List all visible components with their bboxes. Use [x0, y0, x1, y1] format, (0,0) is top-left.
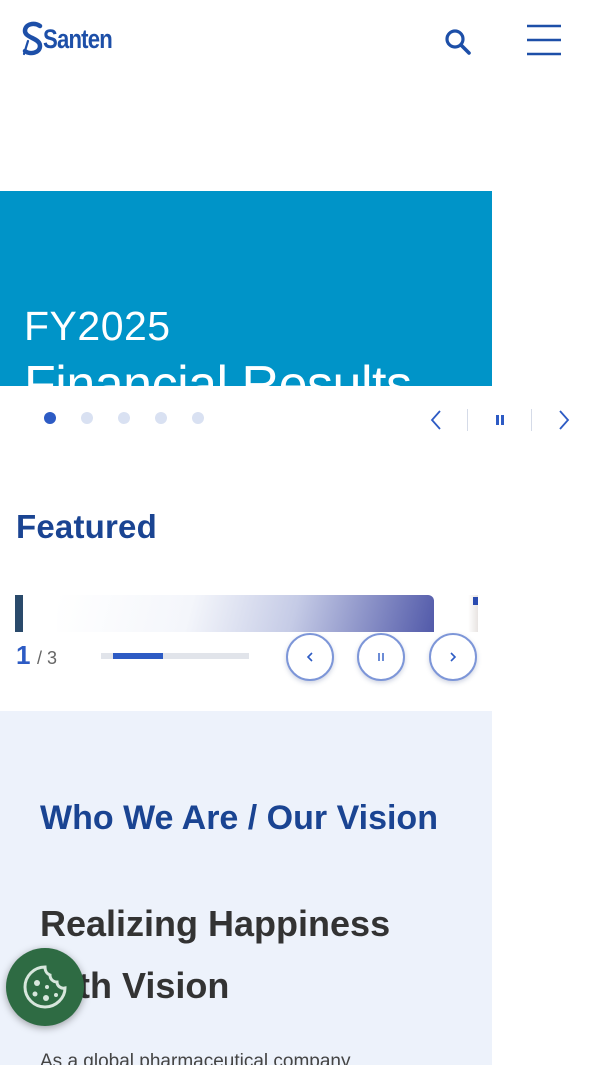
hero-next-button[interactable]: [552, 404, 576, 436]
search-icon: [445, 29, 471, 55]
who-we-are-link[interactable]: Who We Are / Our Vision: [40, 799, 438, 838]
search-button[interactable]: [438, 22, 478, 62]
featured-carousel[interactable]: [15, 595, 478, 633]
chevron-left-icon: [430, 410, 441, 430]
cookie-icon: [23, 965, 67, 1009]
hero-pause-button[interactable]: [488, 404, 512, 436]
hero-prev-button[interactable]: [424, 404, 448, 436]
santen-logo-mark: [22, 21, 43, 56]
featured-card-next-mark: [473, 597, 478, 605]
chevron-right-icon: [450, 652, 457, 662]
hero-dot-1[interactable]: [44, 412, 56, 424]
santen-logo[interactable]: Santen: [22, 20, 127, 58]
chevron-left-icon: [306, 652, 313, 662]
control-divider: [531, 409, 532, 431]
hero-dot-3[interactable]: [118, 412, 130, 424]
featured-current-page: 1: [16, 640, 31, 670]
featured-prev-button[interactable]: [286, 633, 334, 681]
hero-dot-5[interactable]: [192, 412, 204, 424]
pause-icon: [378, 653, 384, 661]
vision-body-text: As a global pharmaceutical company: [40, 1051, 351, 1065]
site-header: Santen: [0, 0, 600, 82]
control-divider: [467, 409, 468, 431]
pause-icon: [496, 415, 504, 425]
featured-next-button[interactable]: [429, 633, 477, 681]
featured-progress-fill: [113, 653, 163, 659]
featured-total-pages: / 3: [37, 648, 58, 668]
menu-button[interactable]: [524, 20, 564, 60]
logo-text: Santen: [43, 23, 113, 54]
featured-card-prev-edge: [15, 595, 23, 633]
vision-heading: Realizing Happiness with Vision: [40, 903, 391, 1006]
hero-title: Financial Results: [24, 356, 412, 386]
hamburger-menu-icon: [527, 24, 561, 56]
cookie-settings-button[interactable]: [6, 948, 84, 1026]
hero-dot-4[interactable]: [155, 412, 167, 424]
featured-heading: Featured: [16, 508, 157, 545]
featured-progress-bar: [101, 653, 249, 659]
featured-pause-button[interactable]: [357, 633, 405, 681]
featured-card[interactable]: [57, 595, 434, 633]
hero-dot-2[interactable]: [81, 412, 93, 424]
chevron-right-icon: [559, 410, 570, 430]
hero-slide[interactable]: FY2025 Financial Results: [0, 191, 492, 386]
hero-pagination: [44, 412, 204, 424]
hero-year: FY2025: [24, 303, 171, 349]
